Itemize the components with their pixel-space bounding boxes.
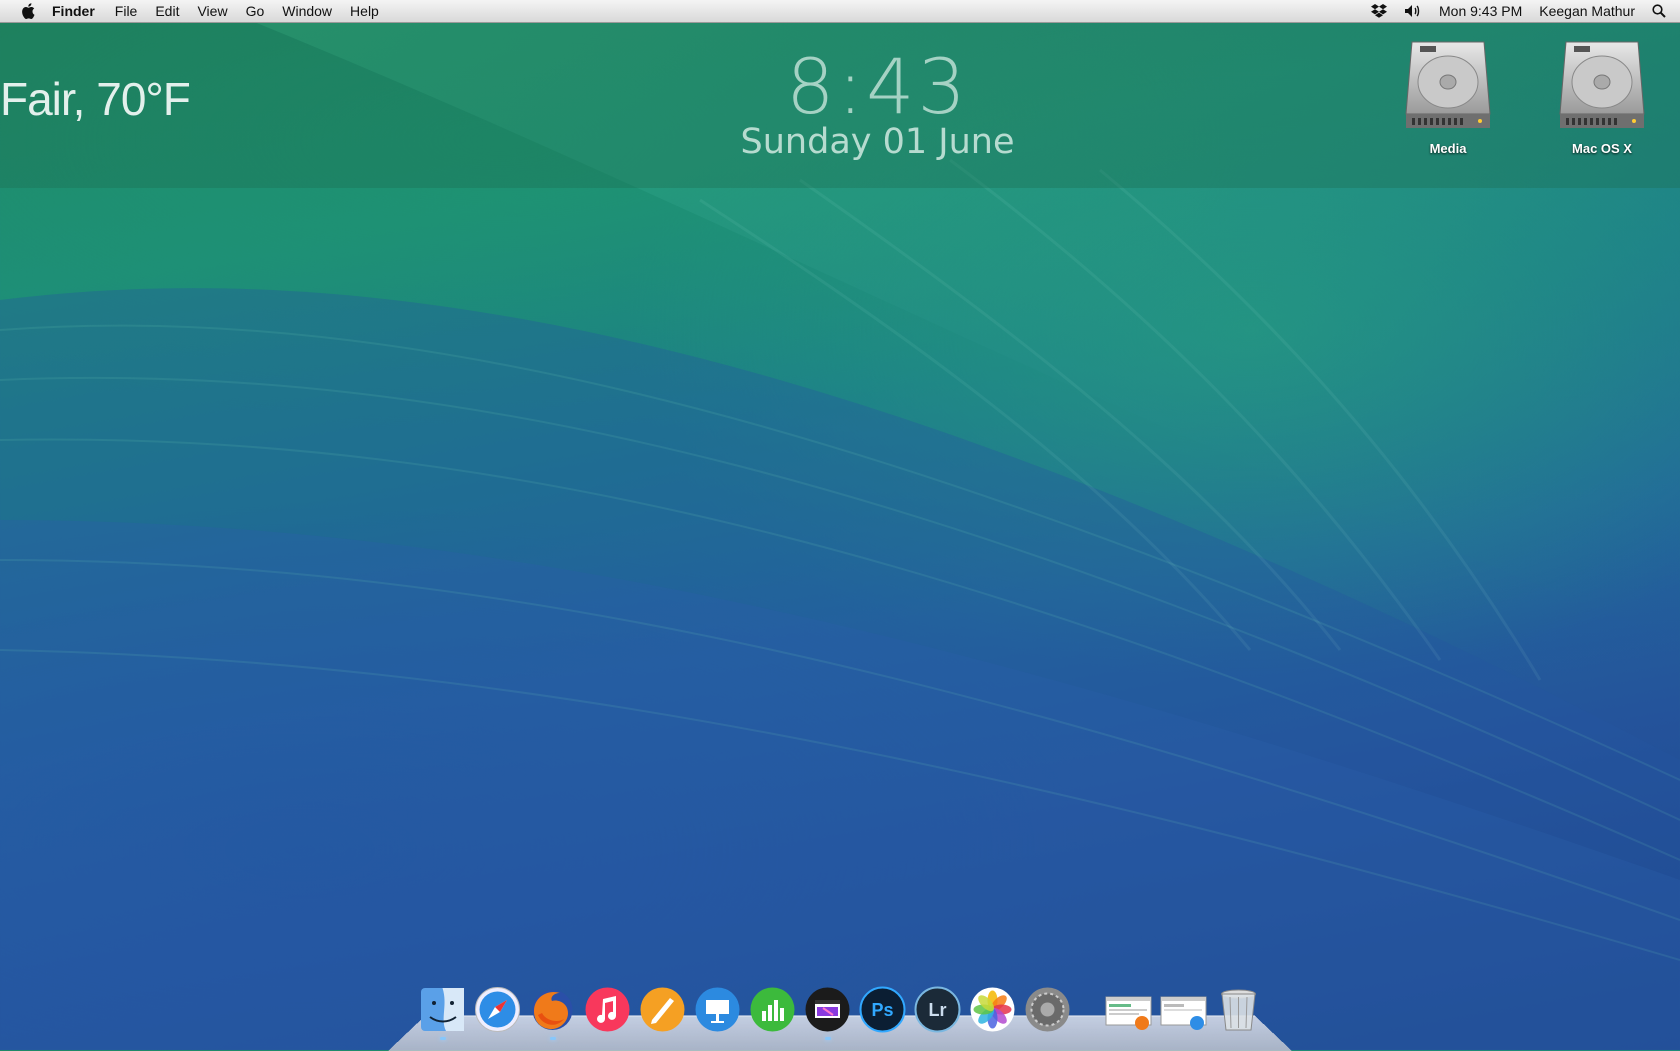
running-indicator (550, 1037, 556, 1040)
spotlight-search-icon[interactable] (1652, 4, 1666, 18)
menu-window[interactable]: Window (282, 3, 332, 19)
minimized-safari-window-icon[interactable] (1159, 985, 1208, 1034)
final-cut-pro-icon[interactable] (803, 985, 852, 1040)
keynote-icon[interactable] (693, 985, 742, 1034)
menu-bar: Finder File Edit View Go Window Help Mon… (0, 0, 1680, 23)
firefox-icon[interactable] (528, 985, 577, 1040)
system-preferences-icon[interactable] (1023, 985, 1072, 1034)
menu-app-name[interactable]: Finder (52, 3, 95, 19)
menu-view[interactable]: View (197, 3, 227, 19)
desktop-icon-label: Mac OS X (1572, 141, 1632, 156)
running-indicator (825, 1037, 831, 1040)
photos-icon[interactable] (968, 985, 1017, 1034)
menu-file[interactable]: File (115, 3, 138, 19)
lightroom-icon[interactable]: Lr (913, 985, 962, 1034)
running-indicator (440, 1037, 446, 1040)
svg-text:Ps: Ps (871, 1000, 893, 1020)
pages-icon[interactable] (638, 985, 687, 1034)
menu-go[interactable]: Go (246, 3, 265, 19)
photoshop-icon[interactable]: Ps (858, 985, 907, 1034)
desktop-icon-media[interactable]: Media (1388, 36, 1508, 156)
apple-menu-icon[interactable] (18, 3, 38, 19)
svg-text:Lr: Lr (929, 1000, 947, 1020)
volume-icon[interactable] (1404, 4, 1422, 18)
menu-user[interactable]: Keegan Mathur (1539, 3, 1635, 19)
weather-widget: Fair, 70°F (0, 73, 191, 125)
menu-edit[interactable]: Edit (155, 3, 179, 19)
itunes-icon[interactable] (583, 985, 632, 1034)
hard-drive-icon (1559, 41, 1645, 128)
menu-clock[interactable]: Mon 9:43 PM (1439, 3, 1522, 19)
clock-widget: 8:43 (786, 42, 969, 131)
minimized-firefox-window-icon[interactable] (1104, 985, 1153, 1034)
desktop-icon-mac-os-x[interactable]: Mac OS X (1542, 36, 1662, 156)
dropbox-icon[interactable] (1371, 4, 1387, 18)
date-widget: Sunday 01 June (740, 122, 1015, 162)
numbers-icon[interactable] (748, 985, 797, 1034)
hard-drive-icon (1405, 41, 1491, 128)
trash-icon[interactable] (1214, 985, 1263, 1034)
desktop-icon-label: Media (1429, 141, 1467, 156)
dock: Ps Lr (418, 982, 1269, 1040)
menu-help[interactable]: Help (350, 3, 379, 19)
finder-icon[interactable] (418, 985, 467, 1040)
safari-icon[interactable] (473, 985, 522, 1034)
